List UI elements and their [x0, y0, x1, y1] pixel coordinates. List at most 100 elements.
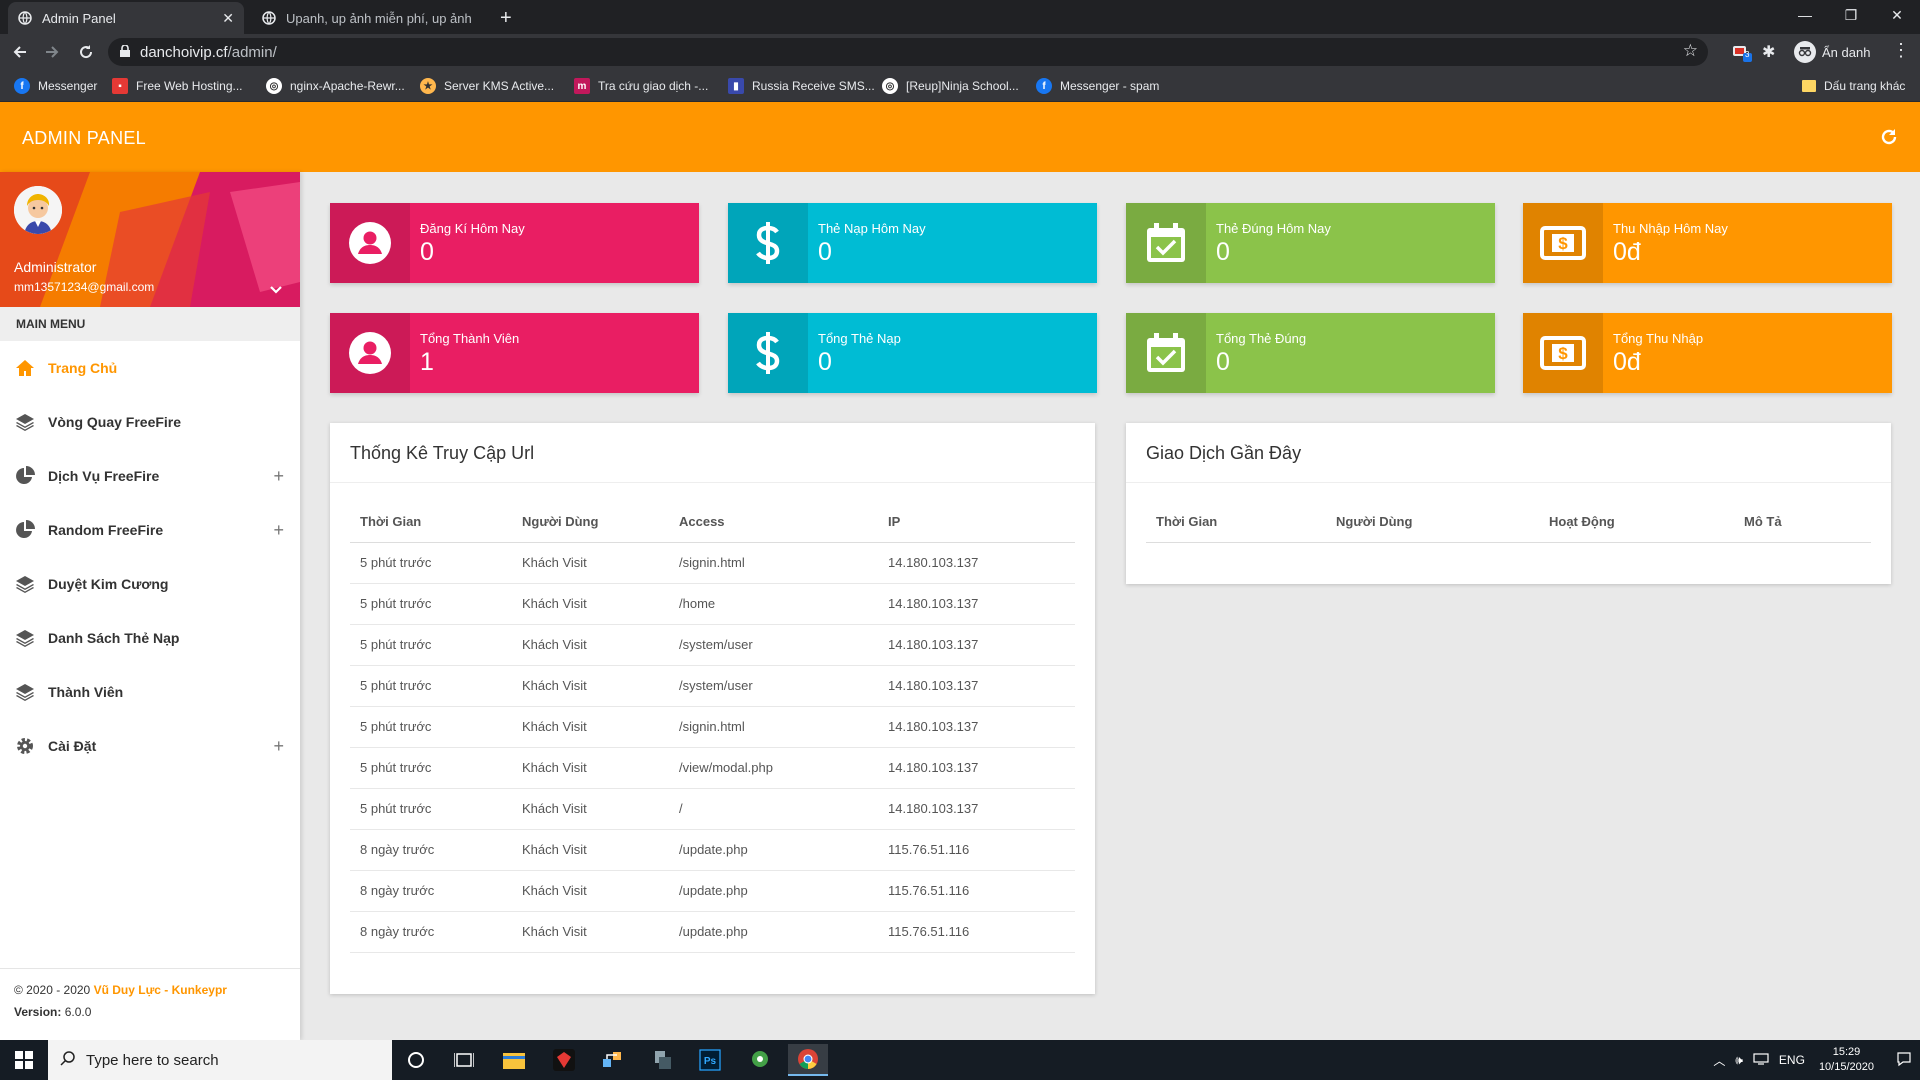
table-cell: / [669, 788, 878, 830]
sms-icon: ▮ [728, 78, 744, 94]
printer-app-icon[interactable] [642, 1044, 682, 1076]
bookmark-messenger[interactable]: f Messenger [14, 76, 97, 96]
chevron-down-icon[interactable] [268, 282, 284, 298]
transactions-panel: Giao Dịch Gần Đây Thời Gian Người Dùng H… [1126, 423, 1891, 584]
sidebar-item-danh-sach-the-nap[interactable]: Danh Sách Thẻ Nạp [0, 611, 300, 665]
table-cell: Khách Visit [512, 911, 669, 953]
stat-card-tong-thu-nhap[interactable]: $ Tổng Thu Nhập 0đ [1523, 313, 1892, 393]
bookmark-messenger-spam[interactable]: f Messenger - spam [1036, 76, 1159, 96]
forward-icon[interactable] [40, 40, 64, 64]
network-icon[interactable] [1753, 1052, 1769, 1068]
stat-card-tong-the-nap[interactable]: Tổng Thẻ Nạp 0 [728, 313, 1097, 393]
close-window-icon[interactable]: ✕ [1874, 0, 1920, 30]
minimize-icon[interactable]: — [1782, 0, 1828, 30]
svg-text:Ps: Ps [704, 1056, 717, 1067]
restore-icon[interactable]: ❐ [1828, 0, 1874, 30]
chevron-up-icon[interactable]: ︿ [1713, 1052, 1725, 1069]
bookmark-russia-sms[interactable]: ▮ Russia Receive SMS... [728, 76, 875, 96]
close-tab-icon[interactable]: ✕ [222, 10, 234, 27]
tab-upanh[interactable]: Upanh, up ảnh miễn phí, up ảnh [252, 2, 488, 34]
bookmark-tra-cuu[interactable]: m Tra cứu giao dịch -... [574, 76, 708, 96]
back-icon[interactable] [8, 40, 32, 64]
kms-icon: ★ [420, 78, 436, 94]
globe-icon: ◎ [266, 78, 282, 94]
address-bar[interactable]: danchoivip.cf/admin/ ☆ [108, 38, 1708, 66]
table-cell: 8 ngày trước [350, 870, 512, 912]
notification-icon[interactable] [1896, 1051, 1912, 1070]
extension-icon[interactable]: 3 [1732, 42, 1752, 62]
task-view-icon[interactable] [444, 1044, 484, 1076]
expand-icon[interactable]: + [273, 736, 284, 757]
url-stats-panel: Thống Kê Truy Cập Url Thời Gian Người Dù… [330, 423, 1095, 994]
other-bookmarks[interactable]: Dấu trang khác [1802, 76, 1905, 96]
sidebar-item-trang-chu[interactable]: Trang Chủ [0, 341, 300, 395]
sidebar-item-thanh-vien[interactable]: Thành Viên [0, 665, 300, 719]
facebook-icon: f [14, 78, 30, 94]
expand-icon[interactable]: + [273, 520, 284, 541]
puzzle-icon[interactable]: ✱ [1762, 42, 1782, 62]
task-view-cortana-icon[interactable] [396, 1044, 436, 1076]
tab-title: Upanh, up ảnh miễn phí, up ảnh [286, 10, 472, 26]
file-explorer-icon[interactable] [494, 1044, 534, 1076]
table-row: 8 ngày trước Khách Visit/update.php 115.76… [350, 870, 1075, 912]
bookmark-star-icon[interactable]: ☆ [1683, 41, 1698, 61]
chrome-taskbar-icon[interactable] [788, 1044, 828, 1076]
reload-icon[interactable] [74, 40, 98, 64]
stat-card-tong-the-dung[interactable]: Tổng Thẻ Đúng 0 [1126, 313, 1495, 393]
clock[interactable]: 15:29 10/15/2020 [1819, 1045, 1874, 1075]
stat-card-the-dung-hom-nay[interactable]: Thẻ Đúng Hôm Nay 0 [1126, 203, 1495, 283]
copyright-text: © 2020 - 2020 [14, 983, 94, 997]
sidebar-item-random[interactable]: Random FreeFire + [0, 503, 300, 557]
stat-label: Đăng Kí Hôm Nay [420, 221, 525, 236]
table-row: 8 ngày trước Khách Visit/update.php 115.76… [350, 911, 1075, 953]
avatar[interactable] [14, 186, 62, 234]
sidebar-item-label: Duyệt Kim Cương [48, 576, 169, 592]
bookmark-nginx[interactable]: ◎ nginx-Apache-Rewr... [266, 76, 405, 96]
user-icon [330, 313, 410, 393]
sidebar-item-duyet-kim-cuong[interactable]: Duyệt Kim Cương [0, 557, 300, 611]
menu-kebab-icon[interactable]: ⋮ [1892, 40, 1910, 61]
panel-title: Giao Dịch Gần Đây [1126, 423, 1891, 483]
bookmark-label: Messenger - spam [1060, 79, 1160, 93]
stat-card-thu-nhap-hom-nay[interactable]: $ Thu Nhập Hôm Nay 0đ [1523, 203, 1892, 283]
windows-start-icon[interactable] [0, 1040, 48, 1080]
taskbar: Type here to search Ps ︿ 🕪 ENG 15:29 10/… [0, 1040, 1920, 1080]
app-title[interactable]: ADMIN PANEL [22, 128, 146, 149]
new-tab-button[interactable]: + [492, 2, 528, 34]
table-cell: /signin.html [669, 542, 878, 584]
garena-icon[interactable] [544, 1044, 584, 1076]
globe-icon: ◎ [882, 78, 898, 94]
language-indicator[interactable]: ENG [1779, 1053, 1805, 1067]
bookmark-label: Dấu trang khác [1824, 79, 1906, 93]
profile-label: Ẩn danh [1822, 44, 1871, 60]
stat-label: Tổng Thẻ Nạp [818, 331, 901, 346]
sidebar-item-label: Vòng Quay FreeFire [48, 414, 182, 430]
bookmark-server-kms[interactable]: ★ Server KMS Active... [420, 76, 554, 96]
table-row: 5 phút trước Khách Visit/signin.html 14.18… [350, 706, 1075, 748]
stat-card-the-nap-hom-nay[interactable]: Thẻ Nạp Hôm Nay 0 [728, 203, 1097, 283]
sidebar-item-dich-vu[interactable]: Dịch Vụ FreeFire + [0, 449, 300, 503]
tab-admin-panel[interactable]: Admin Panel ✕ [8, 2, 244, 34]
expand-icon[interactable]: + [273, 466, 284, 487]
stat-card-tong-thanh-vien[interactable]: Tổng Thành Viên 1 [330, 313, 699, 393]
incognito-profile[interactable]: Ẩn danh [1794, 40, 1870, 64]
bookmark-free-web-hosting[interactable]: ▪ Free Web Hosting... [112, 76, 243, 96]
stat-card-dang-ki-hom-nay[interactable]: Đăng Kí Hôm Nay 0 [330, 203, 699, 283]
maps-app-icon[interactable] [740, 1044, 780, 1076]
stat-label: Thẻ Đúng Hôm Nay [1216, 221, 1331, 236]
bookmark-ninja-school[interactable]: ◎ [Reup]Ninja School... [882, 76, 1019, 96]
author-link[interactable]: Vũ Duy Lực - Kunkeypr [94, 983, 227, 997]
table-cell: /home [669, 583, 878, 625]
taskbar-search-input[interactable]: Type here to search [48, 1040, 392, 1080]
table-cell: /update.php [669, 829, 878, 871]
sidebar-item-cai-dat[interactable]: Cài Đặt + [0, 719, 300, 773]
app-header: ADMIN PANEL [0, 102, 1920, 172]
table-cell: 5 phút trước [350, 665, 512, 707]
system-tray: ︿ 🕪 ENG 15:29 10/15/2020 [1713, 1040, 1912, 1080]
sidebar-item-vong-quay[interactable]: Vòng Quay FreeFire [0, 395, 300, 449]
refresh-icon[interactable] [1878, 126, 1900, 148]
photoshop-icon[interactable]: Ps [690, 1044, 730, 1076]
volume-icon[interactable]: 🕪 [1735, 1053, 1743, 1068]
browser-tab-strip: Admin Panel ✕ Upanh, up ảnh miễn phí, up… [0, 0, 1920, 34]
network-app-icon[interactable] [592, 1044, 632, 1076]
